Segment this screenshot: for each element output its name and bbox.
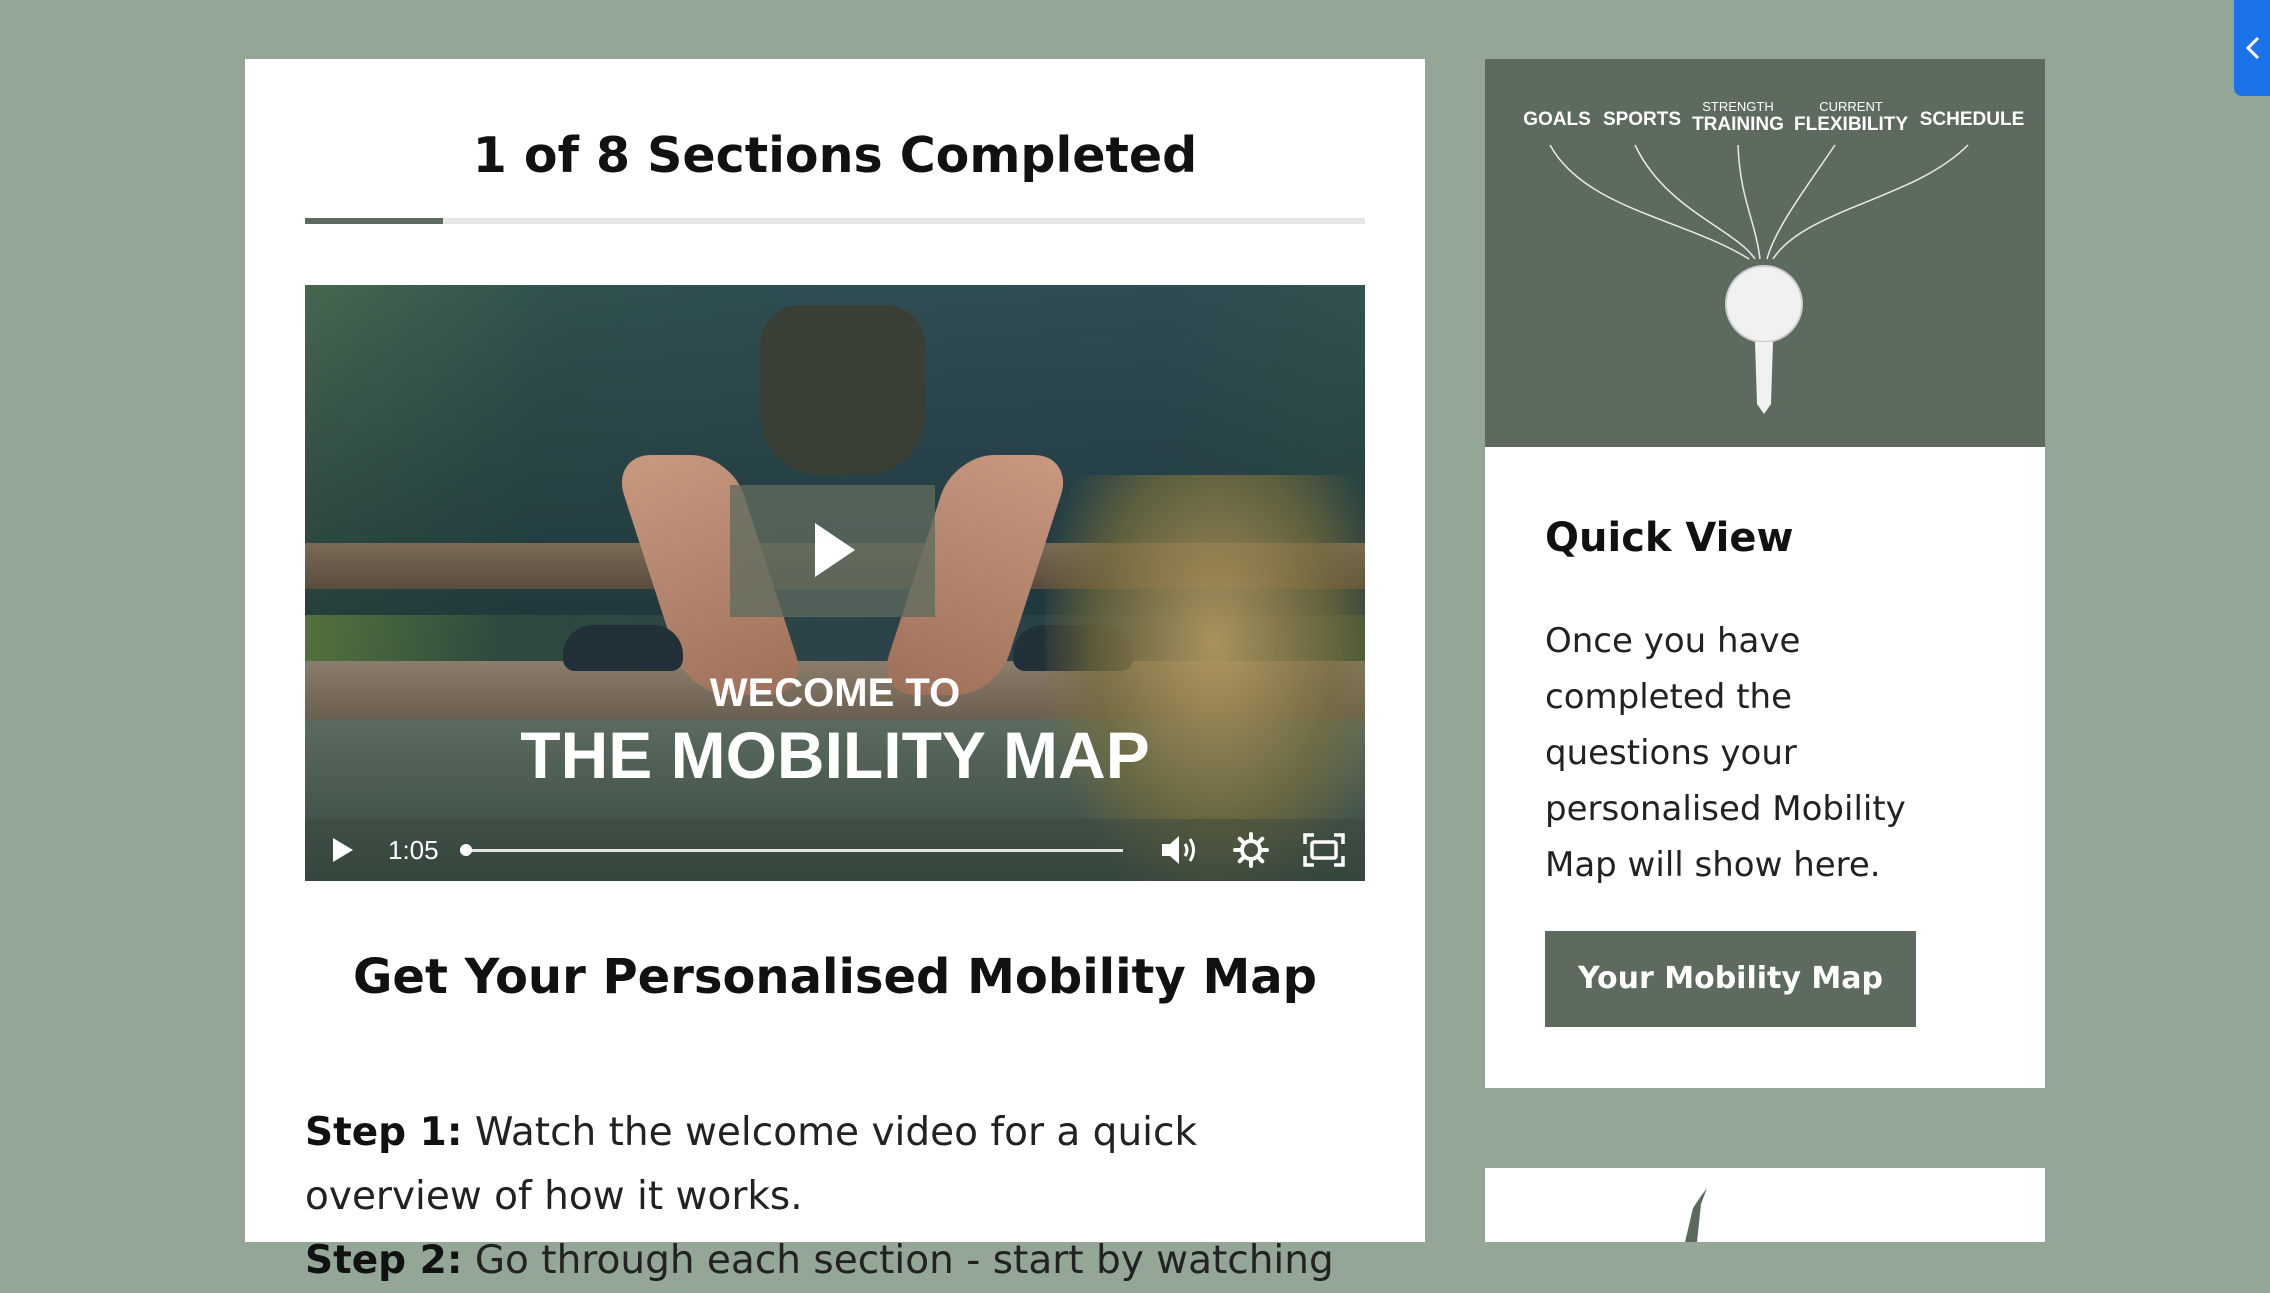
video-controls: 1:05 xyxy=(305,819,1365,881)
video-title-line1: WECOME TO xyxy=(709,671,961,715)
mobility-map-illustration: GOALS SPORTS STRENGTH TRAINING CURRENT FLE… xyxy=(1485,59,2045,447)
section-heading: Get Your Personalised Mobility Map xyxy=(352,949,1318,1005)
main-card: 1 of 8 Sections Completed WECOME TO THE … xyxy=(245,59,1425,1283)
step-label: Step 2: xyxy=(305,1238,463,1283)
video-scrubber[interactable] xyxy=(465,849,1123,852)
chevron-left-icon xyxy=(2245,36,2260,60)
video-play-button[interactable] xyxy=(730,485,935,617)
play-icon[interactable] xyxy=(331,836,355,864)
progress-bar-fill xyxy=(305,218,443,224)
video-figure xyxy=(760,305,925,475)
play-icon xyxy=(815,523,855,577)
video-scrubber-handle[interactable] xyxy=(460,844,472,856)
video-title-line2: THE MOBILITY MAP xyxy=(520,718,1150,792)
gear-icon[interactable] xyxy=(1233,832,1269,868)
fullscreen-icon[interactable] xyxy=(1303,833,1345,867)
video-player[interactable]: WECOME TO THE MOBILITY MAP 1:05 xyxy=(305,285,1365,881)
step-text: Go through each section - start by watch… xyxy=(462,1238,1334,1283)
quick-view-text: Once you have completed the questions yo… xyxy=(1545,621,1906,885)
step-2: Step 2: Go through each section - start … xyxy=(305,1229,1385,1293)
secondary-card xyxy=(1485,1168,2045,1242)
step-1: Step 1: Watch the welcome video for a qu… xyxy=(305,1101,1385,1229)
video-figure-shoe xyxy=(563,625,683,671)
quick-view-card: GOALS SPORTS STRENGTH TRAINING CURRENT FLE… xyxy=(1485,59,2045,1088)
collapse-panel-button[interactable] xyxy=(2234,0,2270,96)
step-label: Step 1: xyxy=(305,1110,463,1155)
quick-view-title: Quick View xyxy=(1545,515,1794,561)
mobility-map-button[interactable]: Your Mobility Map xyxy=(1545,931,1916,1027)
figure-illustration-icon xyxy=(1685,1188,1707,1242)
pin-icon xyxy=(1549,144,1969,414)
progress-bar xyxy=(305,218,1365,224)
video-time: 1:05 xyxy=(388,835,439,865)
progress-title: 1 of 8 Sections Completed xyxy=(472,127,1198,184)
volume-icon[interactable] xyxy=(1160,833,1200,867)
quick-view-body: Quick View Once you have completed the q… xyxy=(1485,447,2045,1088)
